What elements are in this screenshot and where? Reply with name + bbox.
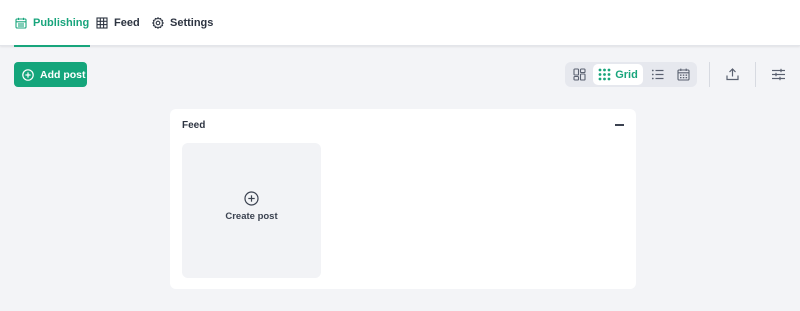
export-button[interactable] (720, 62, 744, 87)
view-grid-button[interactable]: Grid (593, 64, 643, 85)
dots-grid-icon (598, 68, 611, 81)
gear-icon (152, 17, 164, 29)
tab-label: Publishing (33, 17, 90, 29)
add-post-button[interactable]: Add post (14, 62, 87, 87)
panel-title: Feed (182, 120, 206, 131)
minus-icon (614, 124, 624, 126)
sliders-icon (771, 68, 785, 81)
tab-settings[interactable]: Settings (152, 0, 213, 46)
tab-publishing[interactable]: Publishing (13, 0, 91, 47)
add-post-label: Add post (40, 68, 86, 81)
view-list-button[interactable] (647, 62, 667, 87)
export-icon (725, 68, 739, 81)
view-switcher: Grid (565, 62, 697, 87)
list-icon (651, 69, 663, 80)
view-kanban-button[interactable] (569, 62, 589, 87)
kanban-icon (572, 68, 586, 81)
toolbar-divider (709, 62, 710, 87)
create-post-label: Create post (225, 211, 278, 222)
plus-circle-icon (22, 68, 34, 81)
toolbar-divider (755, 62, 756, 87)
collapse-button[interactable] (613, 120, 625, 130)
create-post-card[interactable]: Create post (182, 143, 321, 278)
plus-circle-icon (244, 191, 259, 206)
tab-label: Feed (114, 17, 140, 29)
calendar-icon (676, 68, 690, 81)
view-grid-label: Grid (615, 68, 638, 81)
top-nav-bar: Publishing Feed Settings (0, 0, 800, 47)
grid-table-icon (96, 17, 108, 29)
view-calendar-button[interactable] (673, 62, 693, 87)
calendar-icon (15, 17, 27, 29)
feed-panel: Feed Create post (170, 109, 636, 289)
filter-settings-button[interactable] (766, 62, 790, 87)
tab-feed[interactable]: Feed (96, 0, 140, 46)
tab-label: Settings (170, 17, 214, 29)
